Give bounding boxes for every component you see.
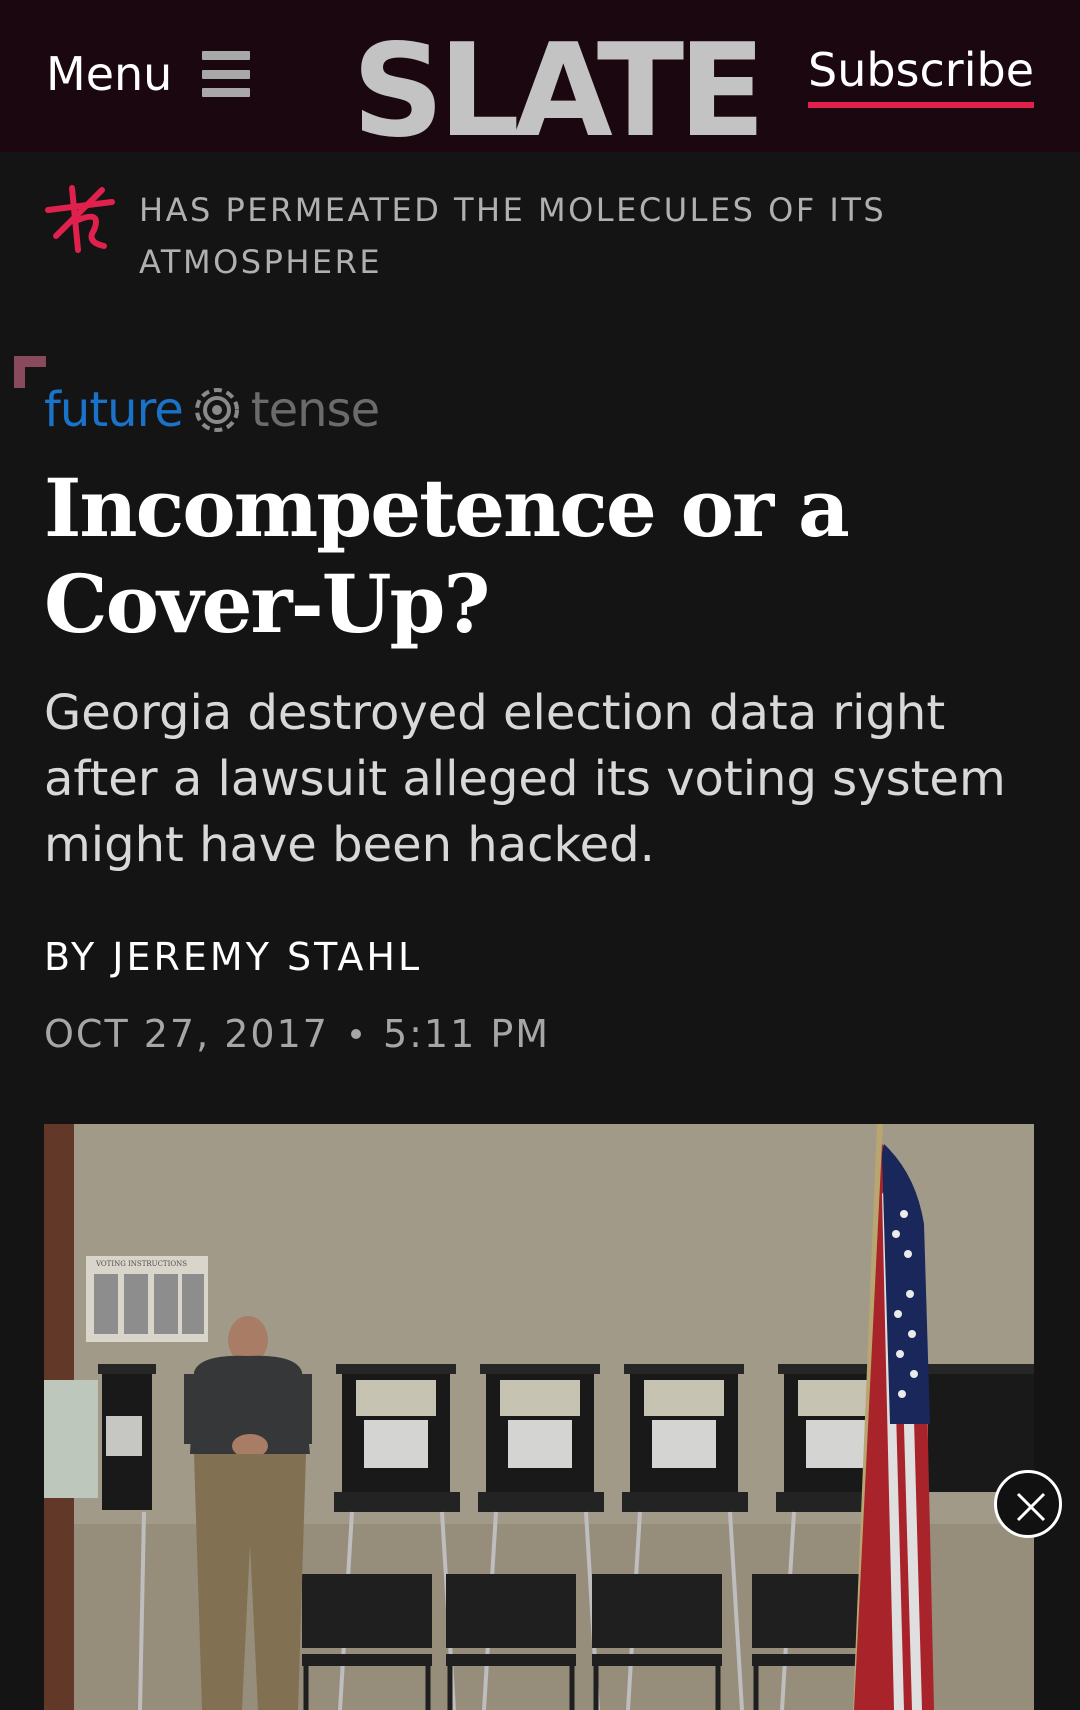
corner-mark [14,356,46,388]
close-button[interactable] [994,1470,1062,1538]
slate-plus-star-icon [45,185,115,253]
site-header: Menu SLATE Subscribe [0,0,1080,156]
article-dek: Georgia destroyed election data right af… [44,685,1006,873]
menu-label: Menu [46,47,173,101]
subscribe-link[interactable]: Subscribe [808,42,1035,108]
publish-time: 5:11 PM [382,1012,551,1056]
byline: BY JEREMY STAHL [44,935,422,979]
separator-dot [350,1029,361,1039]
hero-photo: VOTING INSTRUCTIONS [44,1124,1034,1710]
target-rings-icon [194,388,239,432]
article-page: Menu SLATE Subscribe HAS PERMEATED THE M… [0,0,1080,1710]
publish-date: OCT 27, 2017 [44,1012,329,1056]
close-x-icon [1016,1492,1046,1522]
section-logo[interactable]: future tense [44,378,380,442]
slate-logo[interactable]: SLATE [352,28,766,156]
dateline: OCT 27, 2017 5:11 PM [44,1012,550,1056]
article-headline: Incompetence or a Cover-Up? [44,461,850,651]
author-link[interactable]: BY JEREMY STAHL [44,935,422,979]
section-word-future: future [44,382,184,438]
hero-image: VOTING INSTRUCTIONS [44,1124,1034,1710]
section-word-tense: tense [250,382,380,438]
hamburger-icon [202,51,251,97]
promo-text[interactable]: HAS PERMEATED THE MOLECULES OF ITS ATMOS… [139,184,999,288]
menu-button[interactable]: Menu [46,44,251,104]
